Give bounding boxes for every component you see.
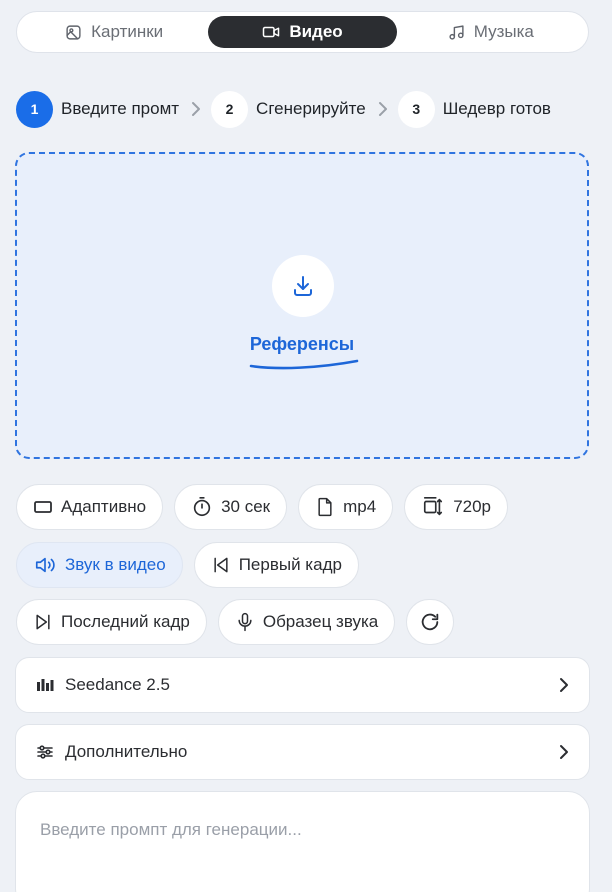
last-frame-chip[interactable]: Последний кадр [16,599,207,645]
duration-label: 30 сек [221,497,271,516]
options-row-3: Последний кадр Образец звука [16,599,455,645]
sound-toggle-chip[interactable]: Звук в видео [16,542,183,588]
timer-icon [191,496,213,518]
references-label: Референсы [249,334,355,354]
advanced-settings-row[interactable]: Дополнительно [15,724,590,780]
file-icon [315,496,335,518]
format-chip[interactable]: mp4 [298,484,394,530]
media-type-tabs: Картинки Видео Музыка [16,11,589,53]
first-frame-chip[interactable]: Первый кадр [193,542,359,588]
reference-upload-dropzone[interactable]: Референсы [15,152,589,459]
equalizer-icon [36,677,54,693]
sound-toggle-label: Звук в видео [65,555,166,574]
resolution-label: 720p [453,497,492,516]
reset-options-button[interactable] [406,599,455,645]
step-2: 2 Сгенерируйте [211,90,366,128]
step-1-number: 1 [16,90,53,128]
voice-sample-label: Образец звука [262,612,379,631]
tab-images[interactable]: Картинки [20,16,208,48]
aspect-ratio-label: Адаптивно [61,497,147,516]
step-2-number: 2 [211,90,249,128]
chevron-right-icon [378,101,388,117]
tab-music-label: Музыка [473,22,534,41]
chevron-right-icon [559,677,569,693]
scribble-underline [249,359,359,370]
video-camera-icon [262,23,280,41]
microphone-icon [235,611,255,633]
refresh-icon [419,611,441,633]
resolution-chip[interactable]: 720p [404,484,509,530]
format-label: mp4 [343,497,377,516]
step-3-label: Шедевр готов [442,99,551,118]
tab-music[interactable]: Музыка [397,16,585,48]
chevron-right-icon [559,744,569,760]
rectangle-icon [33,499,53,515]
prompt-input[interactable] [16,792,589,892]
step-1-label: Введите промт [61,99,180,118]
resize-icon [421,496,445,518]
skip-back-icon [211,555,231,575]
aspect-ratio-chip[interactable]: Адаптивно [16,484,164,530]
model-selector[interactable]: Seedance 2.5 [15,657,590,713]
advanced-label: Дополнительно [65,742,188,761]
options-row-1: Адаптивно 30 сек mp4 720p [16,484,509,530]
duration-chip[interactable]: 30 сек [174,484,288,530]
tab-video[interactable]: Видео [208,16,397,48]
prompt-box [15,791,590,892]
tab-images-label: Картинки [91,22,164,41]
sliders-icon [36,744,54,760]
music-note-icon [448,24,465,41]
step-3-number: 3 [397,90,435,128]
chevron-right-icon [191,101,201,117]
step-2-label: Сгенерируйте [256,99,366,118]
model-label: Seedance 2.5 [65,675,170,694]
options-row-2: Звук в видео Первый кадр [16,542,359,588]
step-1: 1 Введите промт [16,90,180,128]
voice-sample-chip[interactable]: Образец звука [217,599,396,645]
download-icon [291,274,315,298]
progress-steps: 1 Введите промт 2 Сгенерируйте 3 Шедевр … [16,90,551,128]
image-icon [65,24,82,41]
first-frame-label: Первый кадр [238,555,342,574]
tab-video-label: Видео [289,22,343,41]
speaker-icon [33,554,57,576]
last-frame-label: Последний кадр [61,612,190,631]
skip-forward-icon [33,612,53,632]
step-3: 3 Шедевр готов [397,90,551,128]
upload-button[interactable] [272,255,334,317]
